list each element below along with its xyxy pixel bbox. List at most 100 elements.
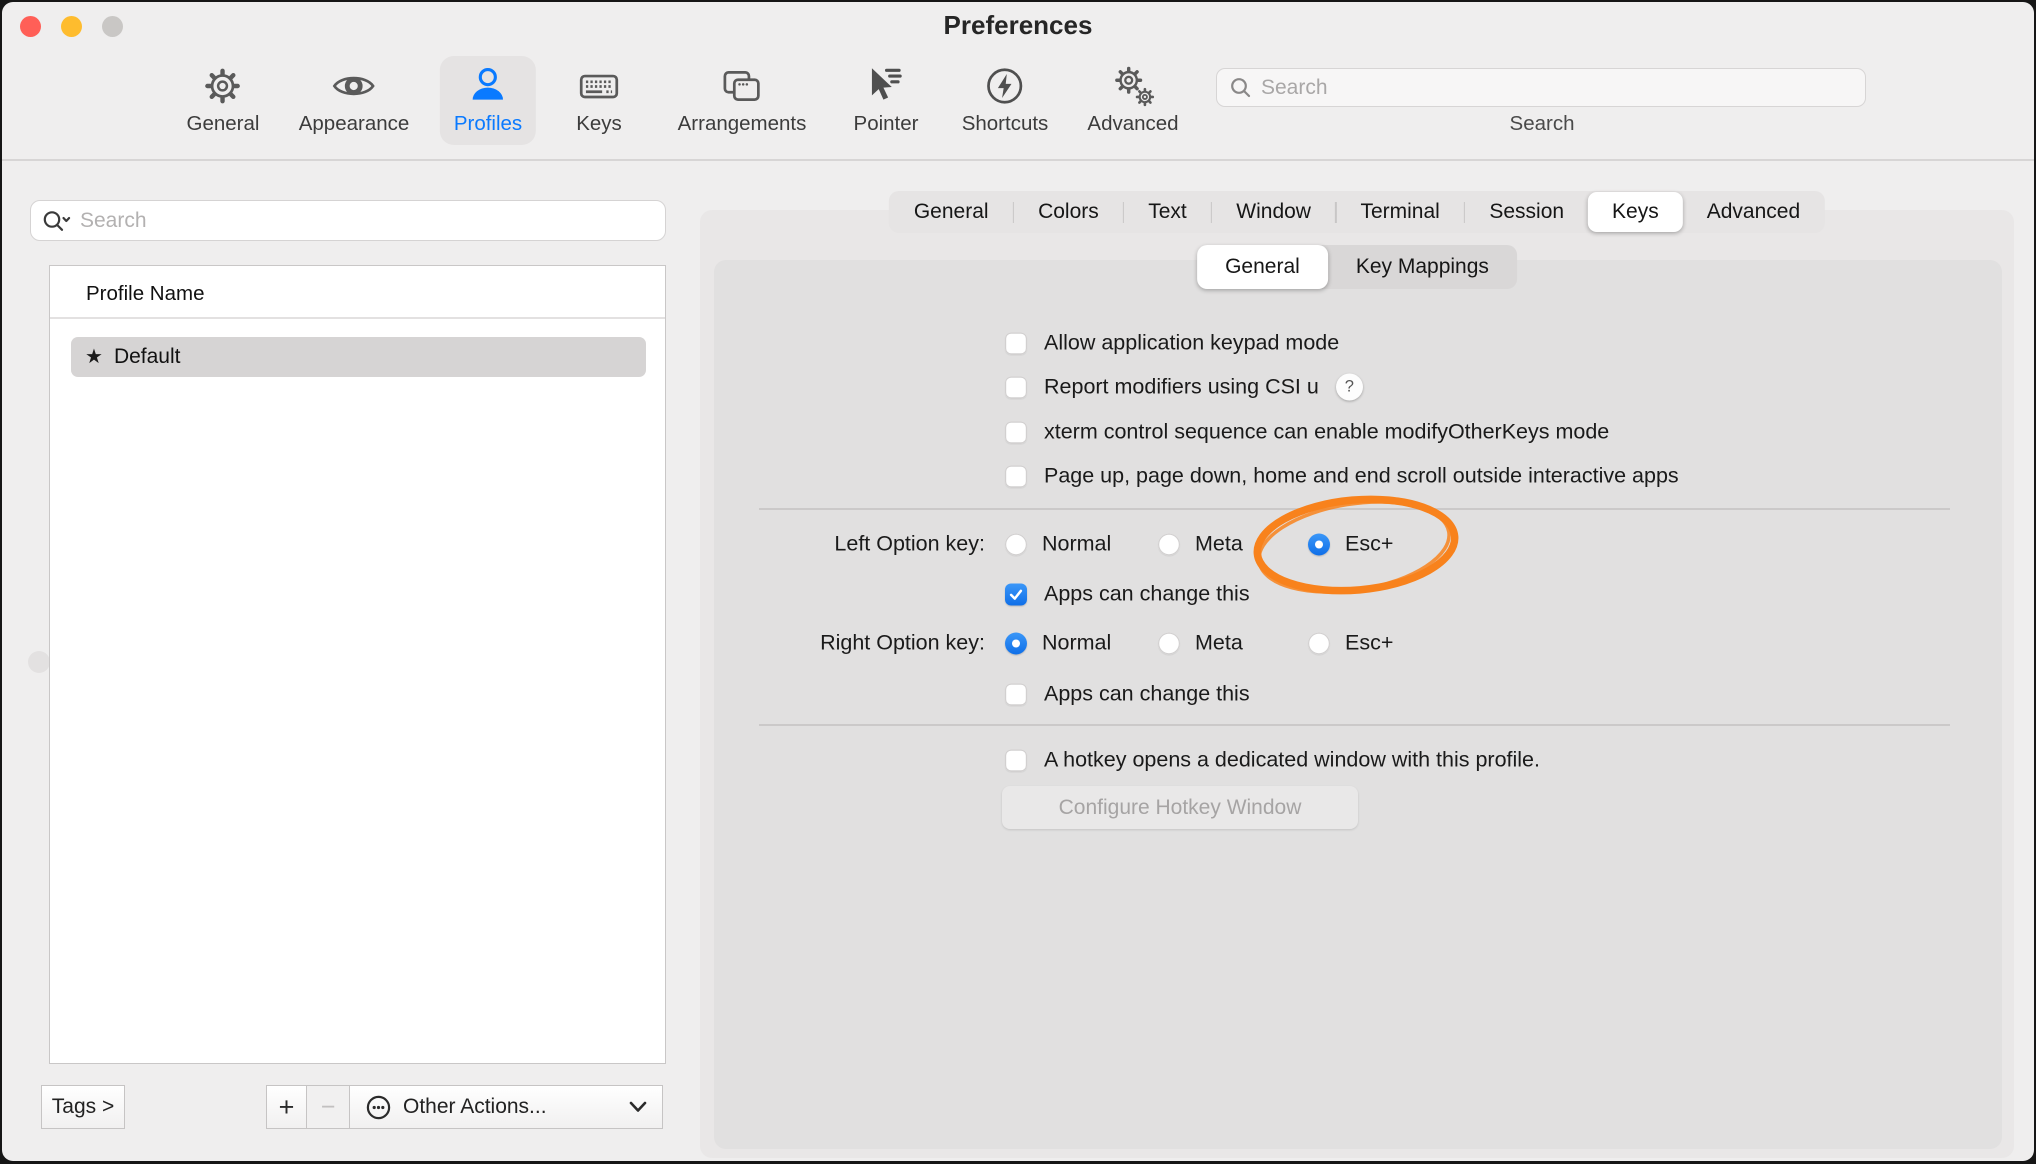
tags-button[interactable]: Tags > xyxy=(41,1085,125,1129)
toolbar-item-label: Arrangements xyxy=(678,112,807,136)
gears-icon xyxy=(1110,63,1156,109)
toolbar-item-label: Profiles xyxy=(454,112,522,136)
other-actions-label: Other Actions... xyxy=(403,1095,618,1119)
tab-text[interactable]: Text xyxy=(1124,191,1211,233)
header-divider xyxy=(50,317,665,319)
check-icon xyxy=(1007,585,1025,603)
toolbar-item-shortcuts[interactable]: Shortcuts xyxy=(948,56,1063,145)
radio-button[interactable] xyxy=(1158,632,1180,654)
radio-label: Meta xyxy=(1195,532,1243,557)
subtab-key-mappings[interactable]: Key Mappings xyxy=(1328,245,1517,289)
star-icon: ★ xyxy=(85,347,103,367)
tab-general[interactable]: General xyxy=(890,191,1013,233)
tab-terminal[interactable]: Terminal xyxy=(1336,191,1463,233)
checkbox[interactable] xyxy=(1005,421,1027,443)
checkbox[interactable] xyxy=(1005,465,1027,487)
tab-colors[interactable]: Colors xyxy=(1014,191,1123,233)
checkbox-label: Apps can change this xyxy=(1044,582,1250,607)
checkbox[interactable] xyxy=(1005,749,1027,771)
section-divider xyxy=(759,508,1950,510)
keys-subtab-bar: General Key Mappings xyxy=(1197,245,1517,289)
toolbar-item-label: Shortcuts xyxy=(962,112,1049,136)
toolbar-item-label: Advanced xyxy=(1087,112,1178,136)
toolbar-search-field[interactable] xyxy=(1216,68,1866,107)
radio-button[interactable] xyxy=(1158,533,1180,555)
toolbar-item-arrangements[interactable]: Arrangements xyxy=(664,56,821,145)
other-actions-dropdown[interactable]: Other Actions... xyxy=(349,1085,663,1129)
person-icon xyxy=(465,63,511,109)
checkbox-row: xterm control sequence can enable modify… xyxy=(1005,420,1609,445)
chevron-down-icon xyxy=(629,1101,647,1113)
toolbar-item-label: Keys xyxy=(576,112,622,136)
cursor-icon xyxy=(863,63,909,109)
tab-session[interactable]: Session xyxy=(1465,191,1588,233)
toolbar-item-label: Pointer xyxy=(854,112,919,136)
profile-list-header: Profile Name xyxy=(86,282,205,306)
toolbar-item-appearance[interactable]: Appearance xyxy=(285,56,424,145)
checkbox-row: Apps can change this xyxy=(1005,582,1250,607)
eye-icon xyxy=(331,63,377,109)
checkbox-row: Report modifiers using CSI u ? xyxy=(1005,374,1363,401)
tab-keys[interactable]: Keys xyxy=(1588,192,1683,232)
toolbar-item-profiles[interactable]: Profiles xyxy=(440,56,536,145)
tab-window[interactable]: Window xyxy=(1212,191,1335,233)
windows-icon xyxy=(719,63,765,109)
radio-button[interactable] xyxy=(1005,632,1027,654)
checkbox-row: Allow application keypad mode xyxy=(1005,331,1339,356)
toolbar-item-advanced[interactable]: Advanced xyxy=(1073,56,1192,145)
toolbar-item-keys[interactable]: Keys xyxy=(562,56,636,145)
checkbox-label: Apps can change this xyxy=(1044,682,1250,707)
radio-label: Normal xyxy=(1042,631,1111,656)
tab-advanced[interactable]: Advanced xyxy=(1683,191,1824,233)
search-scope-icon xyxy=(41,209,72,233)
checkbox-row: Page up, page down, home and end scroll … xyxy=(1005,464,1679,489)
keyboard-icon xyxy=(576,63,622,109)
toolbar-divider xyxy=(2,159,2034,161)
profile-row-default[interactable]: ★ Default xyxy=(71,337,646,377)
radio-button[interactable] xyxy=(1005,533,1027,555)
radio-label: Esc+ xyxy=(1345,532,1393,557)
ellipsis-circle-icon xyxy=(365,1094,392,1121)
radio-button[interactable] xyxy=(1308,632,1330,654)
help-button[interactable]: ? xyxy=(1336,374,1363,401)
divider-handle-dot xyxy=(28,651,50,673)
radio-label: Esc+ xyxy=(1345,631,1393,656)
radio-option: Meta xyxy=(1158,532,1243,557)
radio-label: Meta xyxy=(1195,631,1243,656)
profile-search-field[interactable] xyxy=(30,200,666,241)
profile-list-panel: Profile Name ★ Default xyxy=(49,265,666,1064)
search-icon xyxy=(1229,76,1252,99)
profile-name: Default xyxy=(114,345,181,369)
subtab-general[interactable]: General xyxy=(1197,245,1328,289)
toolbar-item-pointer[interactable]: Pointer xyxy=(840,56,933,145)
radio-option-esc: Esc+ xyxy=(1308,532,1393,557)
keys-general-content: Allow application keypad mode Report mod… xyxy=(714,260,2002,1149)
preferences-window: Preferences General Appearance Profiles xyxy=(2,2,2034,1161)
remove-profile-button: − xyxy=(306,1085,351,1129)
add-profile-button[interactable]: + xyxy=(266,1085,307,1129)
profile-tab-bar: General Colors Text Window Terminal Sess… xyxy=(889,191,1825,233)
toolbar-item-label: General xyxy=(187,112,260,136)
radio-option: Esc+ xyxy=(1308,631,1393,656)
checkbox[interactable] xyxy=(1005,376,1027,398)
gear-icon xyxy=(200,63,246,109)
configure-hotkey-window-button: Configure Hotkey Window xyxy=(1002,786,1358,829)
checkbox-row: A hotkey opens a dedicated window with t… xyxy=(1005,748,1540,773)
bolt-circle-icon xyxy=(982,63,1028,109)
checkbox-row: Apps can change this xyxy=(1005,682,1250,707)
right-option-label: Right Option key: xyxy=(714,631,985,656)
checkbox[interactable] xyxy=(1005,332,1027,354)
radio-option: Normal xyxy=(1005,631,1111,656)
radio-option: Normal xyxy=(1005,532,1111,557)
toolbar-search-label: Search xyxy=(1510,112,1575,136)
radio-dot xyxy=(1012,639,1020,647)
toolbar-search-input[interactable] xyxy=(1261,76,1853,100)
checkbox-label: Page up, page down, home and end scroll … xyxy=(1044,464,1679,489)
checkbox[interactable] xyxy=(1005,583,1027,605)
profile-search-input[interactable] xyxy=(80,209,655,233)
checkbox-label: Report modifiers using CSI u xyxy=(1044,375,1319,400)
checkbox[interactable] xyxy=(1005,683,1027,705)
radio-button[interactable] xyxy=(1308,533,1330,555)
toolbar-item-general[interactable]: General xyxy=(173,56,274,145)
checkbox-label: xterm control sequence can enable modify… xyxy=(1044,420,1609,445)
